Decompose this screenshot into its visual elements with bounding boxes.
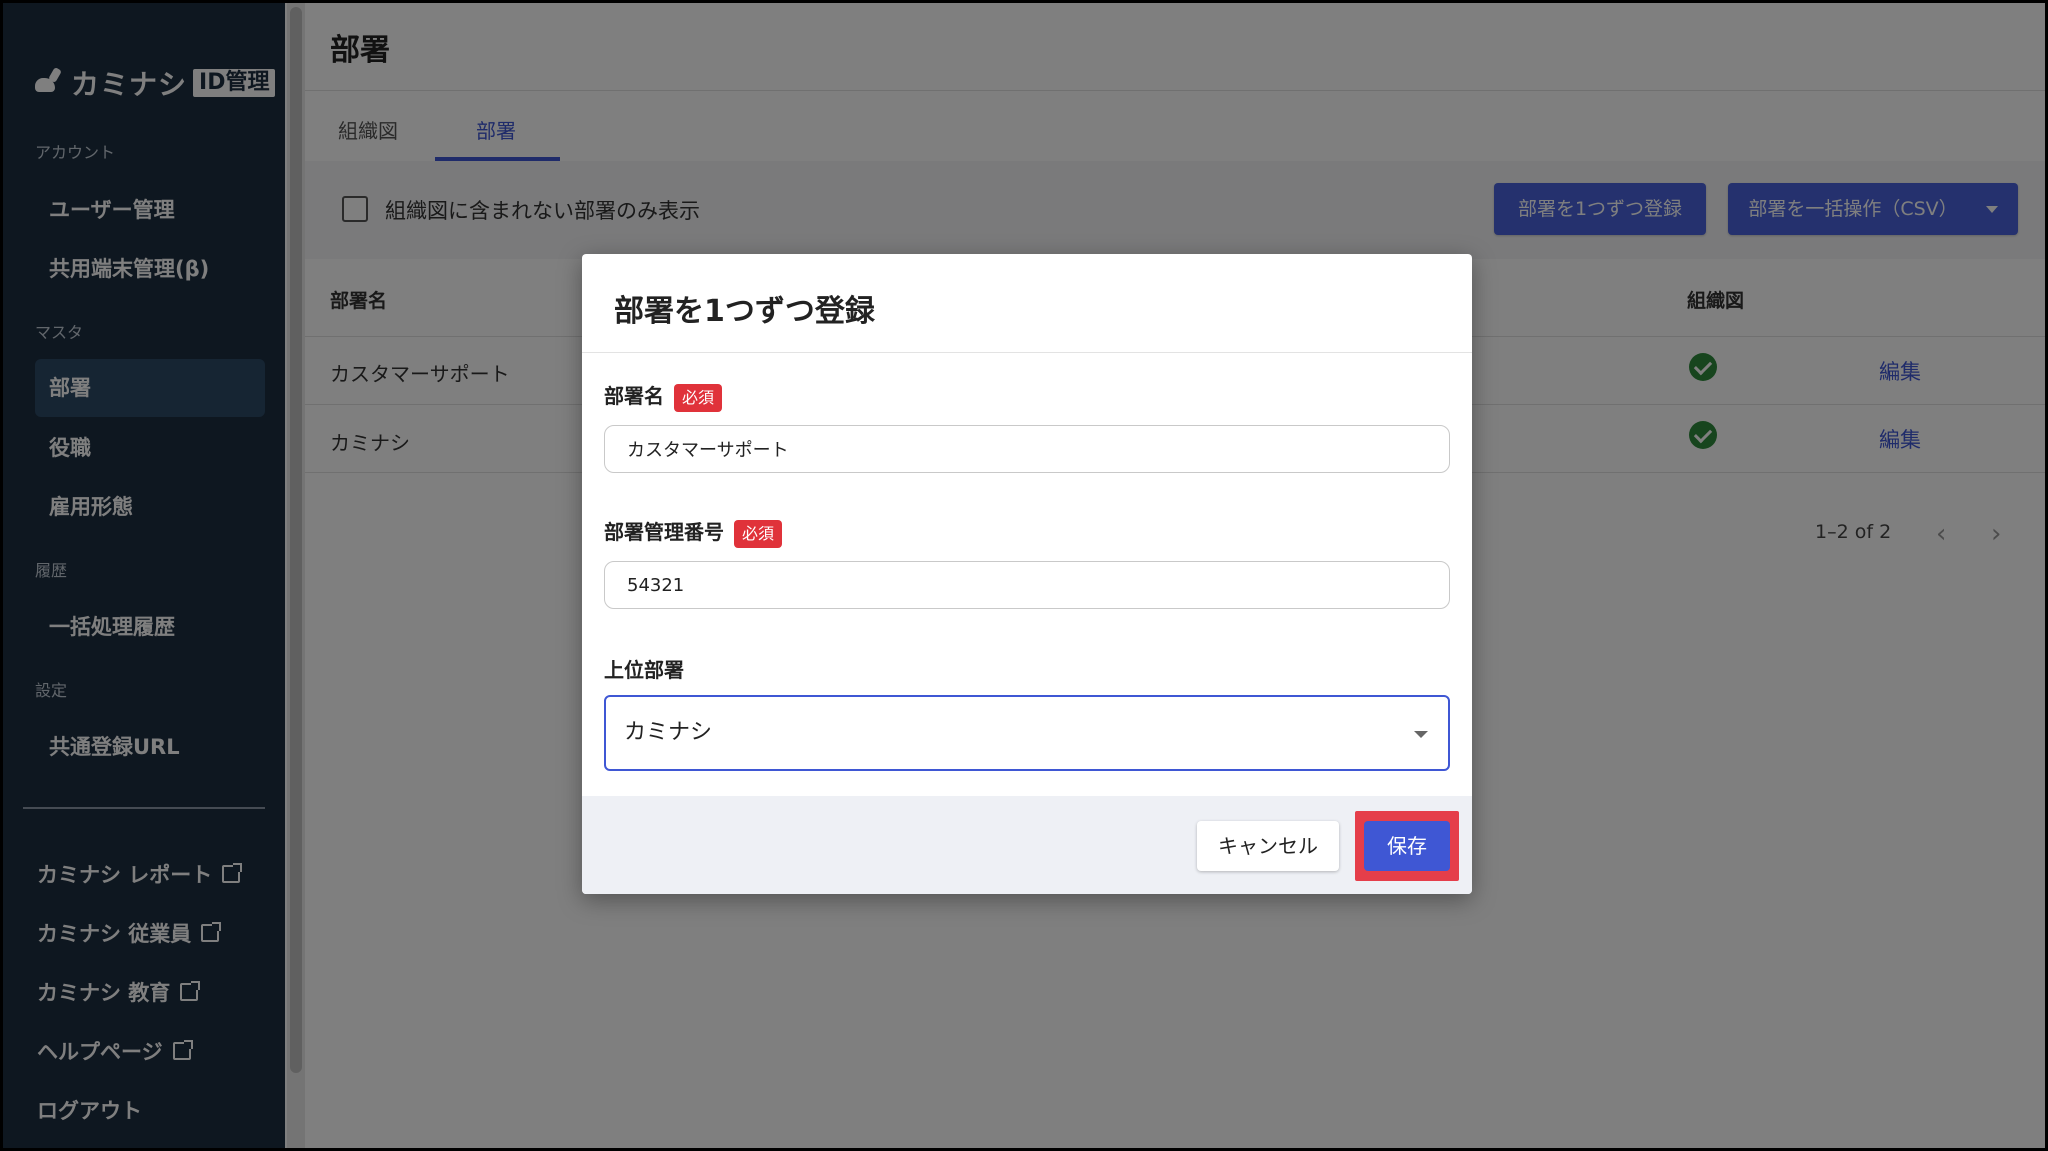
save-button-highlight: 保存	[1355, 811, 1459, 881]
dept-code-input[interactable]	[604, 561, 1450, 609]
parent-dept-label: 上位部署	[604, 658, 684, 682]
register-department-dialog: 部署を1つずつ登録 部署名必須 部署管理番号必須 上位部署 カミナシ キャンセル…	[582, 254, 1472, 894]
dept-name-label-text: 部署名	[604, 384, 664, 408]
dialog-title: 部署を1つずつ登録	[614, 294, 875, 329]
required-badge: 必須	[674, 383, 723, 412]
parent-dept-value: カミナシ	[624, 720, 713, 745]
dept-code-label: 部署管理番号 必須	[604, 516, 783, 548]
save-button[interactable]: 保存	[1364, 821, 1450, 871]
app-window: カミナシ ID管理 アカウント ユーザー管理 共用端末管理(β) マスタ 部署 …	[3, 3, 2045, 1148]
dialog-divider	[582, 352, 1472, 353]
required-badge: 必須	[734, 519, 783, 548]
dept-name-label: 部署名 必須	[604, 380, 723, 412]
dropdown-arrow-icon	[1414, 731, 1428, 738]
dept-name-input[interactable]	[604, 425, 1450, 473]
cancel-button[interactable]: キャンセル	[1197, 821, 1339, 871]
dept-code-label-text: 部署管理番号	[604, 520, 724, 544]
parent-dept-select[interactable]: カミナシ	[604, 695, 1450, 771]
dialog-footer: キャンセル 保存	[582, 796, 1472, 894]
